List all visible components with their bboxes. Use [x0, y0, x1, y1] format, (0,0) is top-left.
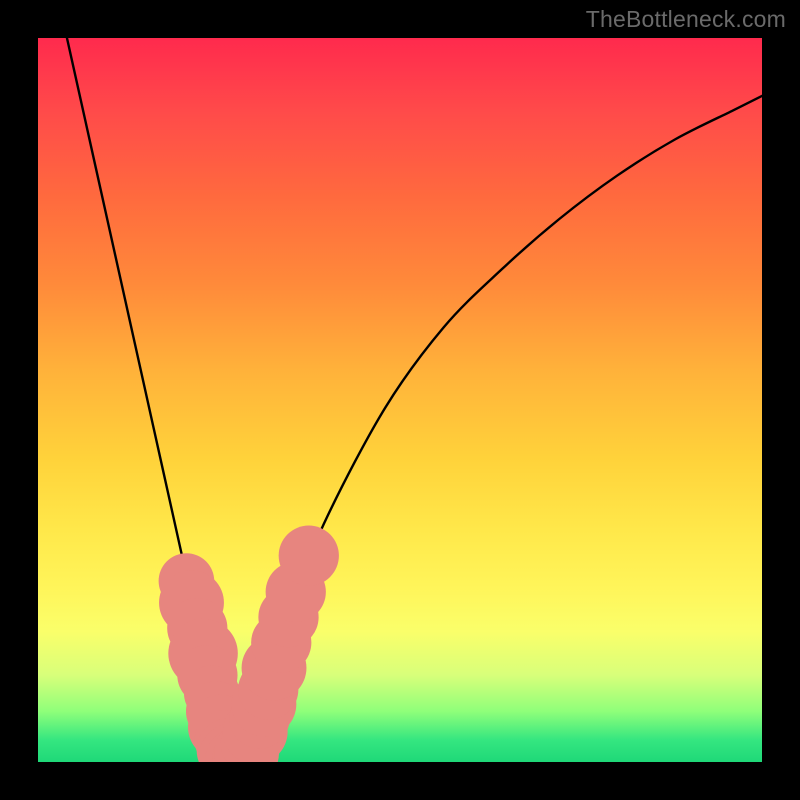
chart-svg [38, 38, 762, 762]
data-marker [279, 526, 339, 586]
watermark-text: TheBottleneck.com [586, 6, 786, 33]
marker-group [159, 526, 339, 762]
plot-area [38, 38, 762, 762]
chart-frame: TheBottleneck.com [0, 0, 800, 800]
